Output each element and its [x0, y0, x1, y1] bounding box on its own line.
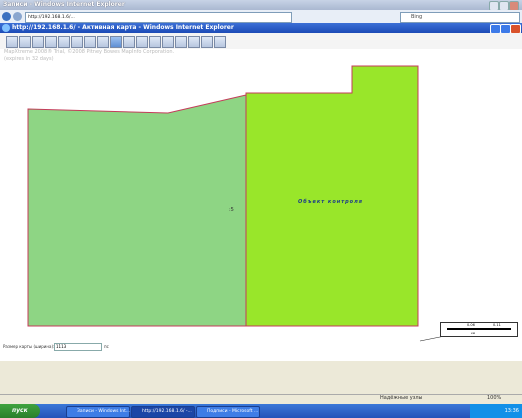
address-text: http://192.168.1.6/... — [28, 15, 75, 20]
clear-icon[interactable] — [162, 36, 174, 48]
select-radius-icon[interactable] — [84, 36, 96, 48]
scale-units: км — [471, 331, 476, 335]
scale-line — [447, 328, 511, 330]
start-button[interactable]: пуск — [0, 404, 40, 418]
home-icon[interactable] — [6, 36, 18, 48]
settings-icon[interactable] — [214, 36, 226, 48]
security-zone: Надёжные узлы — [380, 395, 423, 401]
info-icon[interactable] — [58, 36, 70, 48]
search-placeholder: Bing — [411, 14, 423, 20]
task-label: Записи - Windows Int... — [77, 409, 131, 414]
search-input[interactable]: Bing — [400, 12, 520, 23]
select-icon[interactable] — [71, 36, 83, 48]
outer-window-titlebar: Записи - Windows Internet Explorer — [0, 0, 522, 11]
refresh-icon[interactable] — [175, 36, 187, 48]
ie-icon — [2, 24, 10, 32]
system-tray: 13:36 — [470, 404, 522, 418]
pan-icon[interactable] — [45, 36, 57, 48]
trial-expiry-text: (expires in 32 days) — [4, 56, 54, 62]
scale-bar: 0.06 0.11 км — [440, 322, 518, 337]
scale-label-a: 0.06 — [467, 323, 475, 327]
layers-icon[interactable] — [110, 36, 122, 48]
print-icon[interactable] — [149, 36, 161, 48]
map-size-unit: пс — [104, 344, 109, 349]
select-polygon-icon[interactable] — [97, 36, 109, 48]
forward-icon[interactable] — [13, 12, 22, 21]
popup-titlebar: http://192.168.1.6/ - Активная карта - W… — [0, 23, 522, 34]
zoom-level[interactable]: 100% — [487, 395, 501, 401]
map-size-label: Размер карты (ширина): — [3, 344, 55, 349]
status-bar — [0, 394, 522, 403]
map-area[interactable] — [0, 49, 522, 361]
taskbar-item-1[interactable]: Записи - Windows Int... — [66, 406, 130, 418]
export-icon[interactable] — [188, 36, 200, 48]
popup-title: http://192.168.1.6/ - Активная карта - W… — [12, 24, 234, 31]
task-label: http://192.168.1.6/ -... — [142, 409, 192, 414]
taskbar-item-3[interactable]: Подписи - Microsoft ... — [196, 406, 260, 418]
ruler-icon[interactable] — [136, 36, 148, 48]
task-label: Подписи - Microsoft ... — [207, 409, 259, 414]
scale-label-b: 0.11 — [493, 323, 501, 327]
address-bar[interactable]: http://192.168.1.6/... — [25, 12, 292, 23]
start-label: пуск — [12, 407, 28, 414]
region-number: :5 — [229, 207, 234, 213]
map-size-input[interactable]: 1113 — [54, 343, 102, 351]
back-icon[interactable] — [2, 12, 11, 21]
zoom-out-icon[interactable] — [32, 36, 44, 48]
save-icon[interactable] — [201, 36, 213, 48]
region-label: Объект контроля — [298, 199, 363, 205]
zoom-in-icon[interactable] — [19, 36, 31, 48]
legend-icon[interactable] — [123, 36, 135, 48]
taskbar-item-2[interactable]: http://192.168.1.6/ -... — [131, 406, 195, 418]
map-size-value: 1113 — [56, 344, 67, 349]
copyright-text: MapXtreme 2008® Trial, ©2008 Pitney Bowe… — [4, 49, 175, 55]
outer-window-title: Записи - Windows Internet Explorer — [3, 1, 125, 8]
clock: 13:36 — [504, 408, 519, 414]
